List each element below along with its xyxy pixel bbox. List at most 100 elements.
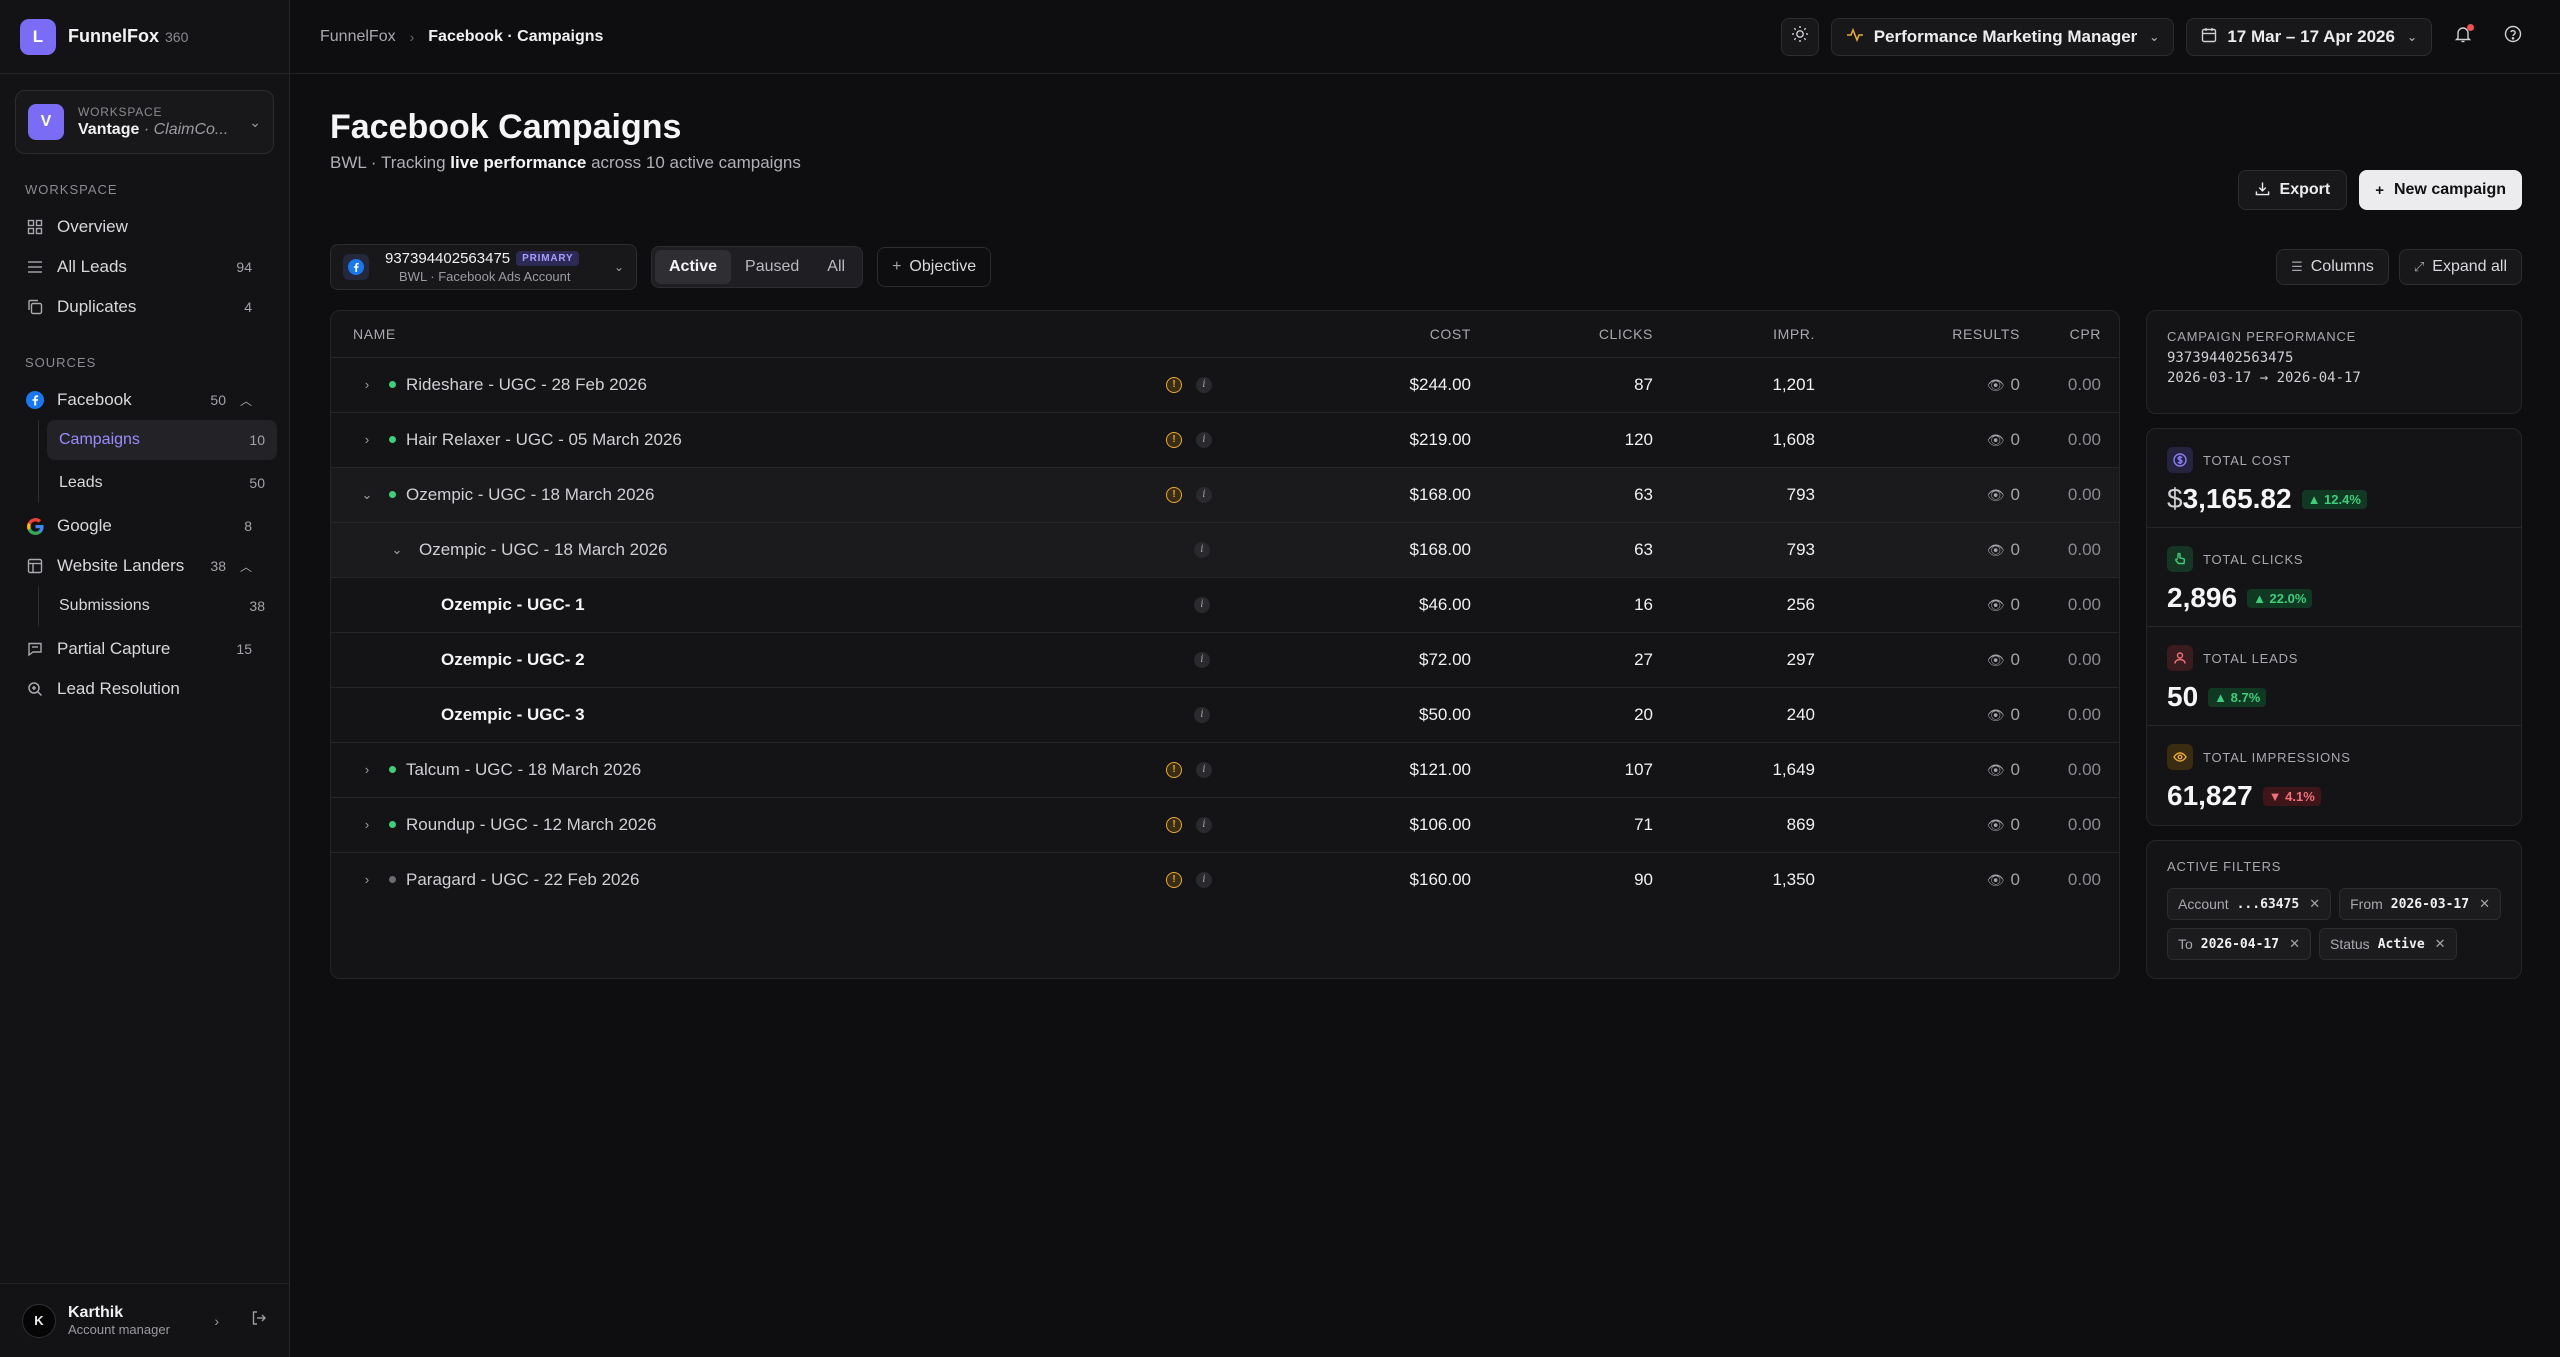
chevron-down-icon[interactable]: ⌄ [359,487,375,503]
chevron-right-icon[interactable]: › [359,762,375,777]
header-name[interactable]: NAME [331,311,1311,358]
role-selector[interactable]: Performance Marketing Manager ⌄ [1830,17,2175,56]
chevron-up-icon[interactable]: ︿ [240,558,252,575]
header-results[interactable]: RESULTS [1815,311,2020,358]
objective-filter-button[interactable]: + Objective [877,247,992,287]
sidebar-item-campaigns[interactable]: Campaigns 10 [47,420,277,460]
sidebar-item-all-leads[interactable]: All Leads 94 [12,247,277,287]
workspace-switcher[interactable]: V WORKSPACE Vantage · ClaimCo... ⌄ [15,90,274,154]
results-value: 0 [2010,759,2020,779]
warning-icon[interactable]: ! [1166,816,1182,833]
cell-impr: 297 [1653,632,1815,688]
status-all[interactable]: All [813,250,859,284]
sidebar-item-google[interactable]: Google 8 [12,506,277,546]
sidebar-item-overview[interactable]: Overview [12,207,277,247]
chevron-right-icon[interactable]: › [359,432,375,447]
chip-value: 2026-04-17 [2200,936,2280,952]
header-impr[interactable]: IMPR. [1653,311,1815,358]
table-row[interactable]: › Paragard - UGC - 22 Feb 2026 ! i $160.0… [331,852,2119,907]
sidebar-item-leads[interactable]: Leads 50 [47,463,277,503]
campaign-name: Paragard - UGC - 22 Feb 2026 [406,869,640,889]
table-row[interactable]: › Rideshare - UGC - 28 Feb 2026 ! i $244.… [331,357,2119,413]
chevron-down-icon[interactable]: ⌄ [389,542,405,558]
chip-value: 2026-03-17 [2390,896,2470,912]
new-campaign-button[interactable]: + New campaign [2359,170,2522,210]
expand-all-button[interactable]: ⤢ Expand all [2398,249,2522,285]
close-icon[interactable]: ✕ [2309,896,2320,912]
campaign-name: Rideshare - UGC - 28 Feb 2026 [406,374,647,394]
filters-label: ACTIVE FILTERS [2167,859,2282,874]
logout-icon[interactable] [251,1310,267,1331]
info-icon[interactable]: i [1196,816,1212,833]
close-icon[interactable]: ✕ [2479,896,2490,912]
chevron-right-icon[interactable]: › [214,1313,219,1329]
help-button[interactable] [2494,18,2532,56]
cell-cpr: 0.00 [2020,412,2119,468]
chevron-right-icon[interactable]: › [359,817,375,832]
landers-subnav: Submissions 38 [38,586,277,626]
user-menu[interactable]: K Karthik Account manager › [0,1283,289,1357]
stat-total-cost: TOTAL COST $3,165.82 ▲ 12.4% [2147,429,2521,528]
table-row-adset[interactable]: ⌄ Ozempic - UGC - 18 March 2026 i $168.0… [331,522,2119,578]
objective-label: Objective [909,258,977,275]
table-row[interactable]: › Talcum - UGC - 18 March 2026 ! i $121.0… [331,742,2119,798]
table-row-ad[interactable]: Ozempic - UGC- 2 i $72.00 27 297 👁︎ 0 0.0… [331,632,2119,688]
header-cost[interactable]: COST [1311,311,1471,358]
filter-chip-to: To 2026-04-17 ✕ [2167,928,2311,960]
close-icon[interactable]: ✕ [2289,936,2300,952]
info-icon[interactable]: i [1194,706,1210,723]
count-badge: 8 [244,518,252,534]
export-button[interactable]: Export [2237,170,2348,210]
info-icon[interactable]: i [1194,541,1210,558]
chevron-right-icon[interactable]: › [359,377,375,392]
table-row[interactable]: › Hair Relaxer - UGC - 05 March 2026 ! i … [331,412,2119,468]
warning-icon[interactable]: ! [1166,376,1182,393]
warning-icon[interactable]: ! [1166,486,1182,503]
theme-toggle-button[interactable] [1780,17,1819,56]
info-icon[interactable]: i [1194,596,1210,613]
header-clicks[interactable]: CLICKS [1471,311,1653,358]
new-campaign-label: New campaign [2393,181,2506,198]
sidebar-item-lead-resolution[interactable]: Lead Resolution [12,669,277,709]
table-row[interactable]: › Roundup - UGC - 12 March 2026 ! i $106.… [331,797,2119,853]
sidebar-item-partial-capture[interactable]: Partial Capture 15 [12,629,277,669]
dollar-icon [2167,447,2193,473]
delta-badge: ▲ 22.0% [2247,588,2313,608]
cell-results: 👁︎ 0 [1815,357,2020,413]
warning-icon[interactable]: ! [1166,761,1182,778]
brand[interactable]: L FunnelFox 360 [0,0,289,74]
warning-icon[interactable]: ! [1166,431,1182,448]
chevron-down-icon: ⌄ [249,113,261,130]
warning-icon[interactable]: ! [1166,871,1182,888]
chevron-up-icon[interactable]: ︿ [240,392,252,409]
table-row-ad[interactable]: Ozempic - UGC- 1 i $46.00 16 256 👁︎ 0 0.0… [331,577,2119,633]
status-active[interactable]: Active [655,250,732,284]
cell-impr: 869 [1653,797,1815,853]
sidebar-item-label: All Leads [57,257,127,276]
header-cpr[interactable]: CPR [2020,311,2119,358]
info-icon[interactable]: i [1196,486,1212,503]
ad-account-selector[interactable]: 937394402563475 PRIMARY BWL · Facebook Ad… [330,244,637,290]
info-icon[interactable]: i [1196,761,1212,778]
breadcrumb-root[interactable]: FunnelFox [320,28,396,46]
notifications-button[interactable] [2444,18,2482,56]
status-paused[interactable]: Paused [731,250,813,284]
close-icon[interactable]: ✕ [2435,936,2446,952]
cell-impr: 1,649 [1653,742,1815,798]
info-icon[interactable]: i [1196,871,1212,888]
date-range-picker[interactable]: 17 Mar – 17 Apr 2026 ⌄ [2186,17,2432,56]
info-icon[interactable]: i [1196,431,1212,448]
cell-clicks: 63 [1471,467,1653,523]
info-icon[interactable]: i [1194,651,1210,668]
columns-button[interactable]: ☰ Columns [2276,249,2389,285]
table-row-expanded[interactable]: ⌄ Ozempic - UGC - 18 March 2026 ! i $168.… [331,467,2119,523]
sidebar-item-submissions[interactable]: Submissions 38 [47,586,277,626]
account-sub: BWL · Facebook Ads Account [399,269,571,284]
table-row-ad[interactable]: Ozempic - UGC- 3 i $50.00 20 240 👁︎ 0 0.0… [331,687,2119,743]
sidebar-item-duplicates[interactable]: Duplicates 4 [12,287,277,327]
sidebar-item-facebook[interactable]: Facebook 50 ︿ [12,380,277,420]
info-icon[interactable]: i [1196,376,1212,393]
sidebar-item-website-landers[interactable]: Website Landers 38 ︿ [12,546,277,586]
campaigns-table: NAME COST CLICKS IMPR. RESULTS CPR › Rid… [330,310,2120,979]
chevron-right-icon[interactable]: › [359,872,375,887]
